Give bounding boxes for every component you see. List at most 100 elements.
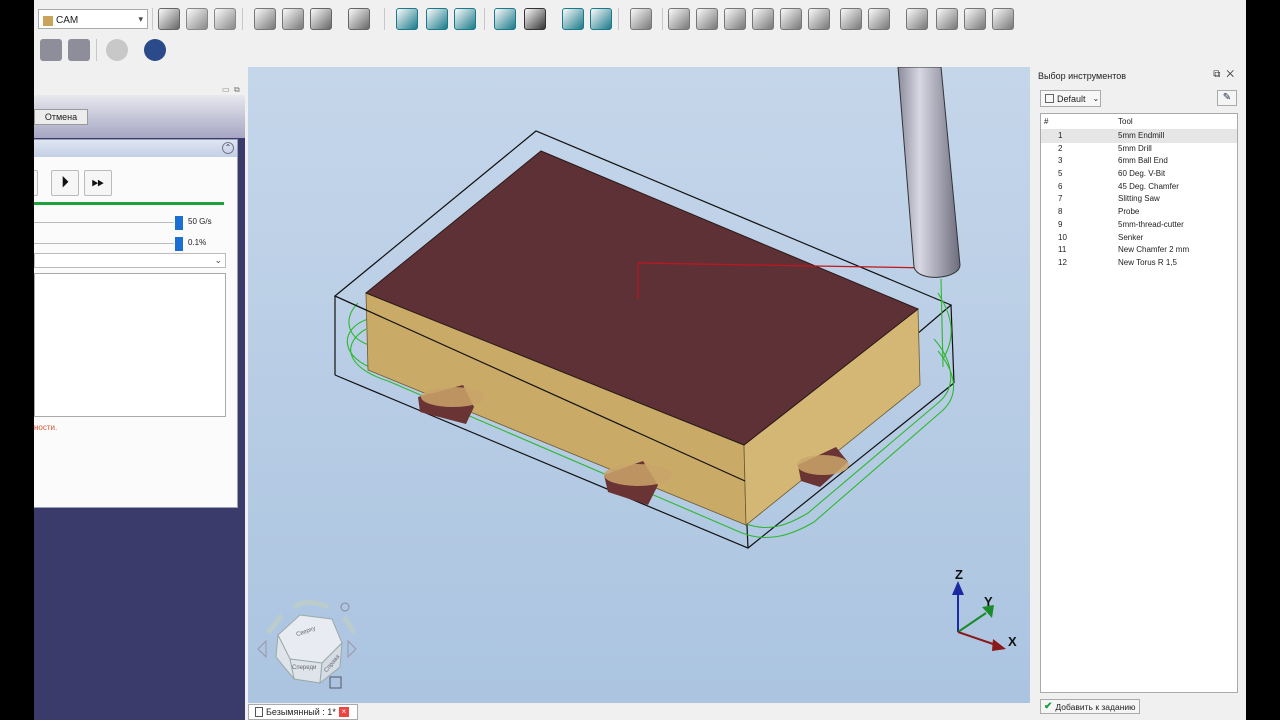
simulator-box-header: ⌃ [34,140,237,157]
warning-text: ности. [34,423,58,432]
tool-row[interactable]: 8 Probe [1041,206,1237,219]
tool-number: 3 [1058,156,1063,166]
zoom-fit-icon[interactable] [396,8,418,30]
macro-icon[interactable] [348,8,370,30]
tool-row[interactable]: 11 New Chamfer 2 mm [1041,244,1237,257]
column-header-number[interactable]: # [1044,117,1048,126]
tool-number: 8 [1058,207,1063,217]
tool-row[interactable]: 9 5mm-thread-cutter [1041,219,1237,232]
zoom-selection-icon[interactable] [426,8,448,30]
tool-number: 11 [1058,245,1067,255]
column-header-tool[interactable]: Tool [1118,117,1133,126]
edit-library-button[interactable]: ✎ [1217,90,1237,106]
probe-icon[interactable] [992,8,1014,30]
workbench-selector[interactable]: CAM ▾ [38,9,148,29]
face-icon[interactable] [752,8,774,30]
export-icon[interactable] [310,8,332,30]
zoom-icon[interactable] [590,8,612,30]
tool-row[interactable]: 12 New Torus R 1,5 [1041,257,1237,270]
tool-row[interactable]: 7 Slitting Saw [1041,193,1237,206]
folder-icon[interactable] [282,8,304,30]
speed-slider[interactable]: 50 G/s [34,216,224,230]
info-icon[interactable] [106,39,128,61]
part-icon[interactable] [254,8,276,30]
add-to-job-label: Добавить к заданию [1055,701,1136,712]
tool-row[interactable]: 2 5mm Drill [1041,143,1237,156]
freecad-window: CAM ▾ ▭ ⧉ Отмена ⌃ ⏵︎ ⏩︎ 50 G/s 0.1% ⌄ н… [34,0,1246,720]
draw-style-icon[interactable] [524,8,546,30]
tool-row[interactable]: 3 6mm Ball End [1041,155,1237,168]
inspect-icon[interactable] [68,39,90,61]
tool-table[interactable]: # Tool 1 5mm Endmill 2 5mm Drill 3 6mm Ball E… [1040,113,1238,693]
tool-row[interactable]: 6 45 Deg. Chamfer [1041,181,1237,194]
pocket-icon[interactable] [696,8,718,30]
undock-icon[interactable]: ⧉ [234,85,240,95]
collapse-icon[interactable]: ⌃ [222,142,234,154]
tool-panel-title: Выбор инструментов [1038,71,1127,81]
workbench-label: CAM [56,15,79,26]
navigation-cube[interactable] [257,599,357,689]
accuracy-slider[interactable]: 0.1% [34,237,224,251]
step-forward-icon: ⏵︎ [60,174,69,191]
surface-icon[interactable] [936,8,958,30]
pencil-icon: ✎ [1222,92,1232,103]
tool-row[interactable]: 5 60 Deg. V-Bit [1041,168,1237,181]
profile-icon[interactable] [668,8,690,30]
tool-name: Senker [1118,232,1144,242]
copy-icon[interactable] [186,8,208,30]
tool-row[interactable]: 1 5mm Endmill [1041,130,1237,143]
float-icon[interactable]: ▭ [222,85,230,94]
cut-icon[interactable] [158,8,180,30]
cutting-tool [897,67,961,278]
simulation-progress-bar [34,202,224,205]
deburr-icon[interactable] [906,8,928,30]
dialog-button-bar: Отмена [34,95,245,138]
3d-viewport[interactable]: Z Y X Сверху Спереди Справа [248,67,1030,703]
tool-bit-icon[interactable] [144,39,166,61]
toolbar-separator [662,8,663,30]
tool-number: 10 [1058,232,1067,242]
speed-slider-handle[interactable] [175,216,183,230]
accuracy-value: 0.1% [188,238,207,247]
step-forward-button[interactable]: ⏵︎ [51,170,79,196]
measure-icon[interactable] [494,8,516,30]
main-toolbar: CAM ▾ [34,3,1246,35]
add-to-job-button[interactable]: ✔ Добавить к заданию [1040,699,1140,714]
task-panel-header: ▭ ⧉ [34,67,245,95]
vcarve-icon[interactable] [840,8,862,30]
chevron-down-icon: ▾ [138,14,143,24]
tool-name: 45 Deg. Chamfer [1118,181,1179,191]
library-selector[interactable]: Default ⌄ [1040,90,1101,107]
paste-icon[interactable] [214,8,236,30]
std-views-icon[interactable] [562,8,584,30]
fast-forward-button[interactable]: ⏩︎ [84,170,112,196]
step-button[interactable] [34,170,38,196]
operation-list[interactable] [34,273,226,417]
close-icon[interactable]: ✕ [1226,69,1240,80]
undock-icon[interactable]: ⧉ [1213,69,1226,80]
simulator-box: ⌃ ⏵︎ ⏩︎ 50 G/s 0.1% ⌄ ности. [34,139,238,508]
document-tab-label: Безымянный : 1* [266,707,336,717]
tool-row[interactable]: 10 Senker [1041,232,1237,245]
engrave-icon[interactable] [808,8,830,30]
library-icon [1045,94,1054,103]
tool-selector-panel: Выбор инструментов ⧉✕ Default ⌄ ✎ # Tool… [1032,67,1246,720]
cancel-button[interactable]: Отмена [34,109,88,125]
helix-icon[interactable] [780,8,802,30]
view-box-icon[interactable] [454,8,476,30]
chamfer-icon[interactable] [868,8,890,30]
speed-value: 50 G/s [188,217,212,226]
scene-canvas [257,67,1006,689]
navcube-face-front[interactable]: Спереди [292,665,316,671]
adaptive-icon[interactable] [724,8,746,30]
document-tab[interactable]: Безымянный : 1* × [248,704,358,720]
close-icon[interactable]: × [338,707,349,717]
document-icon [255,707,263,717]
accuracy-slider-handle[interactable] [175,237,183,251]
sketch-icon[interactable] [630,8,652,30]
waterline-icon[interactable] [964,8,986,30]
cam-workbench-icon [43,15,53,26]
toolbar-separator [96,39,97,61]
operation-combo[interactable]: ⌄ [34,253,226,268]
simulator-icon[interactable] [40,39,62,61]
